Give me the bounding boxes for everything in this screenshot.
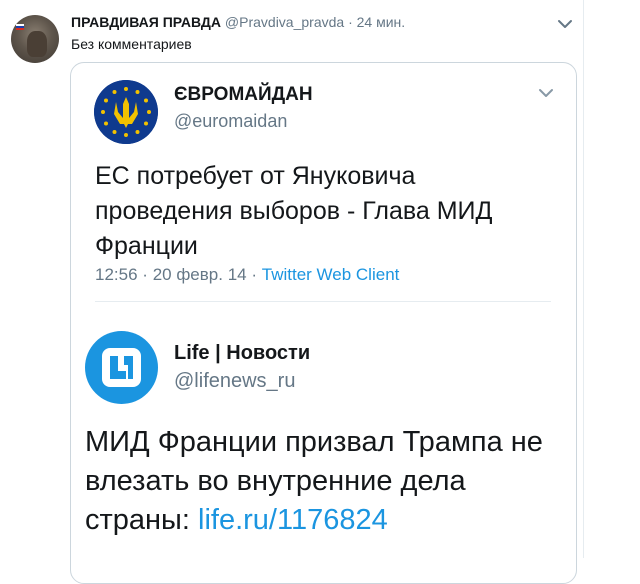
life-logo-mark-icon <box>110 356 133 379</box>
article-link[interactable]: life.ru/1176824 <box>198 504 388 536</box>
author-avatar[interactable] <box>11 15 59 63</box>
bear-avatar-icon <box>27 31 47 57</box>
nested-tweet-text: МИД Франции призвал Трампа не влезать во… <box>85 423 565 540</box>
tweet-card[interactable]: ПРАВДИВАЯ ПРАВДА @Pravdiva_pravda · 24 м… <box>0 0 584 584</box>
divider <box>95 301 551 302</box>
russian-flag-icon <box>16 24 24 30</box>
meta-separator: · <box>142 265 148 284</box>
chevron-down-icon[interactable] <box>538 87 554 99</box>
author-handle[interactable]: @Pravdiva_pravda <box>225 14 344 30</box>
quoted-tweet-text: ЕС потребует от Януковича проведения выб… <box>95 162 493 260</box>
quoted-tweet[interactable]: ЄВРОМАЙДАН @euromaidan ЕС потребует от Я… <box>70 62 577 584</box>
quoted-author-handle[interactable]: @euromaidan <box>174 111 287 132</box>
author-name[interactable]: ПРАВДИВАЯ ПРАВДА <box>71 14 221 30</box>
quoted-time[interactable]: 12:56 <box>95 265 138 284</box>
tweet-text: Без комментариев <box>71 36 192 52</box>
quoted-author-name[interactable]: ЄВРОМАЙДАН <box>174 84 313 106</box>
euromaidan-logo-icon[interactable] <box>94 80 158 144</box>
life-logo-icon[interactable] <box>85 331 158 404</box>
header-separator: · <box>348 14 353 30</box>
tweet-header: ПРАВДИВАЯ ПРАВДА @Pravdiva_pravda · 24 м… <box>71 14 405 30</box>
quoted-date[interactable]: 20 февр. 14 <box>153 265 247 284</box>
chevron-down-icon[interactable] <box>557 17 573 31</box>
meta-separator: · <box>251 265 258 284</box>
client-link[interactable]: Twitter Web Client <box>262 265 400 284</box>
nested-author-name[interactable]: Life | Новости <box>174 342 310 365</box>
quoted-meta: 12:56 · 20 февр. 14 · Twitter Web Client <box>95 265 399 285</box>
life-logo-inner <box>102 348 141 387</box>
tweet-time[interactable]: 24 мин. <box>357 14 406 30</box>
nested-author-handle[interactable]: @lifenews_ru <box>174 370 295 393</box>
